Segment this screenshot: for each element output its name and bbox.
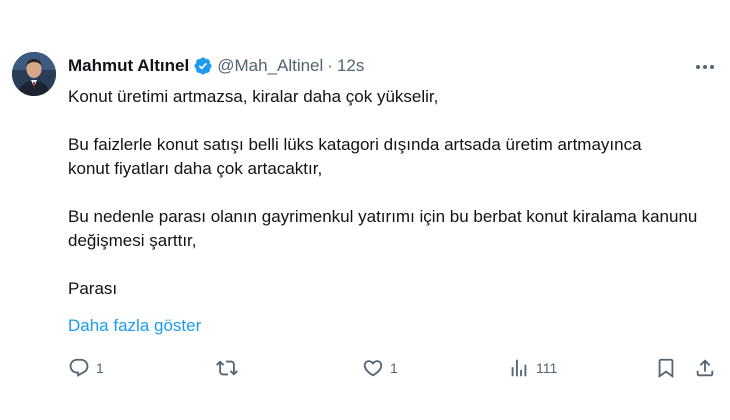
view-count: 111 [536, 360, 558, 376]
tweet-text: Konut üretimi artmazsa, kiralar daha çok… [68, 85, 718, 301]
reply-icon [68, 357, 90, 379]
tweet-paragraph: Parası [68, 279, 118, 298]
share-button[interactable] [694, 354, 716, 382]
heart-icon [362, 357, 384, 379]
tweet-header: Mahmut Altınel @Mah_Altinel · 12s [68, 54, 364, 78]
avatar[interactable] [12, 52, 56, 96]
tweet-timestamp[interactable]: 12s [337, 56, 364, 76]
views-chart-icon [508, 357, 530, 379]
tweet-card[interactable]: Mahmut Altınel @Mah_Altinel · 12s Konut … [0, 0, 730, 420]
author-handle[interactable]: @Mah_Altinel [217, 56, 323, 76]
reply-count: 1 [96, 360, 104, 376]
retweet-icon [216, 357, 238, 379]
bookmark-button[interactable] [655, 354, 677, 382]
views-button[interactable]: 111 [508, 354, 557, 382]
retweet-button[interactable] [216, 354, 244, 382]
tweet-paragraph: Bu faizlerle konut satışı belli lüks kat… [68, 135, 642, 178]
more-options-button[interactable] [692, 56, 718, 76]
bookmark-icon [655, 357, 677, 379]
like-count: 1 [390, 360, 398, 376]
tweet-paragraph: Bu nedenle parası olanın gayrimenkul yat… [68, 207, 698, 250]
tweet-paragraph: Konut üretimi artmazsa, kiralar daha çok… [68, 87, 439, 106]
avatar-image [12, 52, 56, 96]
author-name[interactable]: Mahmut Altınel [68, 56, 189, 76]
verified-badge-icon [193, 56, 213, 76]
show-more-link[interactable]: Daha fazla göster [68, 314, 201, 338]
share-icon [694, 357, 716, 379]
reply-button[interactable]: 1 [68, 354, 104, 382]
separator-dot: · [327, 56, 333, 75]
like-button[interactable]: 1 [362, 354, 398, 382]
tweet-actions-bar: 1 1 111 [0, 354, 730, 382]
more-options-icon [695, 57, 715, 75]
